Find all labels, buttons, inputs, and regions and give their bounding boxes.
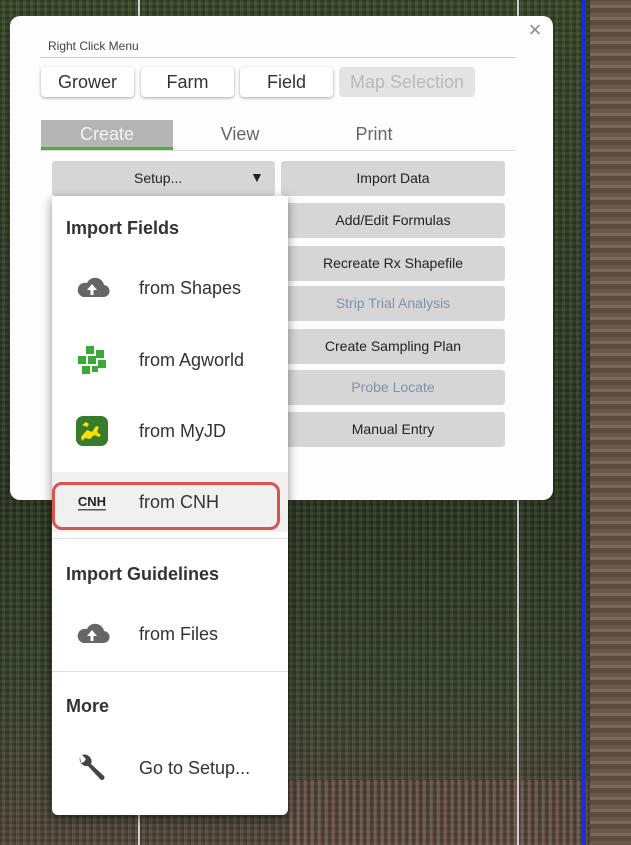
from-files-item[interactable]: from Files (52, 604, 288, 664)
field-boundary-line (582, 0, 586, 845)
import-data-button[interactable]: Import Data (281, 161, 505, 196)
divider (40, 57, 516, 58)
divider (52, 538, 288, 539)
import-fields-heading: Import Fields (66, 218, 180, 238)
cloud-upload-icon (72, 618, 112, 650)
map-selection-button[interactable]: Map Selection (339, 67, 475, 97)
field-button[interactable]: Field (240, 67, 333, 97)
grower-button[interactable]: Grower (41, 67, 134, 97)
tab-view[interactable]: View (190, 120, 290, 150)
from-agworld-item[interactable]: from Agworld (52, 330, 288, 390)
manual-entry-button[interactable]: Manual Entry (281, 412, 505, 447)
from-agworld-label: from Agworld (139, 350, 245, 370)
add-edit-formulas-button[interactable]: Add/Edit Formulas (281, 203, 505, 238)
go-to-setup-item[interactable]: Go to Setup... (52, 738, 288, 798)
setup-dropdown-menu: Import Fields from Shapes from Agworld f… (52, 196, 288, 815)
from-shapes-item[interactable]: from Shapes (52, 258, 288, 318)
close-icon[interactable]: × (525, 19, 545, 41)
setup-dropdown-label: Setup... (134, 170, 183, 186)
from-myjd-item[interactable]: from MyJD (52, 401, 288, 461)
create-sampling-plan-button[interactable]: Create Sampling Plan (281, 329, 505, 364)
caret-down-icon: ▼ (250, 169, 264, 185)
divider (52, 671, 288, 672)
setup-dropdown[interactable]: Setup... ▼ (52, 161, 275, 196)
wrench-icon (72, 752, 112, 784)
agworld-logo-icon (72, 344, 112, 376)
farm-button[interactable]: Farm (141, 67, 234, 97)
go-to-setup-label: Go to Setup... (139, 758, 251, 778)
tab-print[interactable]: Print (324, 120, 424, 150)
selection-highlight (52, 482, 280, 530)
map-adjacent-field (590, 0, 631, 845)
cloud-upload-icon (72, 272, 112, 304)
tab-divider (40, 150, 516, 151)
john-deere-logo-icon (72, 415, 112, 447)
tab-create[interactable]: Create (41, 120, 173, 150)
from-shapes-label: from Shapes (139, 278, 242, 298)
strip-trial-analysis-button[interactable]: Strip Trial Analysis (281, 286, 505, 321)
probe-locate-button[interactable]: Probe Locate (281, 370, 505, 405)
import-guidelines-heading: Import Guidelines (66, 564, 220, 584)
recreate-rx-shapefile-button[interactable]: Recreate Rx Shapefile (281, 246, 505, 281)
from-myjd-label: from MyJD (139, 421, 226, 441)
panel-title: Right Click Menu (48, 39, 139, 53)
map-field-patch (290, 780, 590, 845)
from-files-label: from Files (139, 624, 219, 644)
more-heading: More (66, 696, 110, 716)
